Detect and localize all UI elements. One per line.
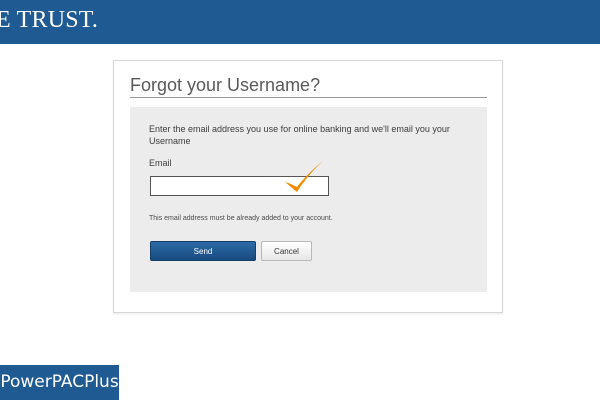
page-title: Forgot your Username? <box>130 75 321 95</box>
powerpacplus-label: PowerPACPlus <box>0 365 119 400</box>
send-button[interactable]: Send <box>150 241 256 261</box>
checkmark-icon <box>285 161 323 192</box>
form-instructions: Enter the email address you use for onli… <box>149 124 450 146</box>
title-divider <box>130 97 487 98</box>
form-panel: Enter the email address you use for onli… <box>130 107 487 292</box>
email-help-text: This email address must be already added… <box>149 215 333 222</box>
page: E TRUST. Forgot your Username? Enter the… <box>0 0 600 400</box>
cancel-button[interactable]: Cancel <box>261 241 312 261</box>
forgot-username-card: Forgot your Username? Enter the email ad… <box>113 60 503 313</box>
top-header: E TRUST. <box>0 0 600 44</box>
brand-logo-text: E TRUST. <box>0 7 99 33</box>
email-label: Email <box>149 158 172 168</box>
